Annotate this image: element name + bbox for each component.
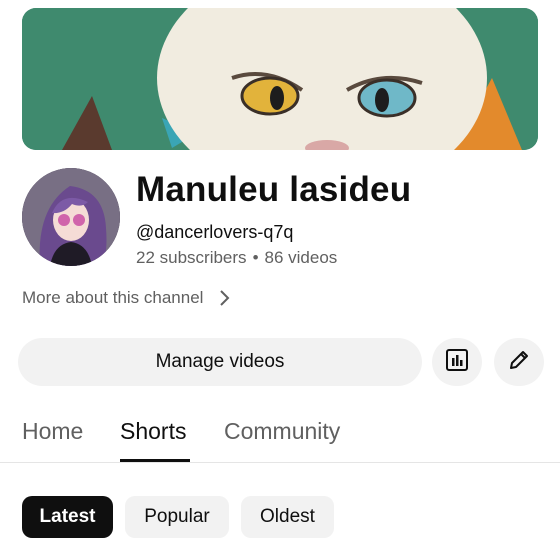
tab-home[interactable]: Home [22, 418, 83, 445]
stats-separator: • [252, 248, 259, 267]
chip-oldest[interactable]: Oldest [241, 496, 334, 538]
avatar-image [22, 168, 120, 266]
chevron-right-icon [217, 288, 233, 308]
manage-videos-button[interactable]: Manage videos [18, 338, 422, 386]
channel-stats: 22 subscribers • 86 videos [136, 248, 337, 268]
channel-banner [22, 8, 538, 150]
channel-avatar[interactable] [22, 168, 120, 266]
channel-handle: @dancerlovers-q7q [136, 222, 294, 242]
channel-name: Manuleu lasideu [136, 170, 412, 209]
channel-page: Manuleu lasideu @dancerlovers-q7q 22 sub… [0, 0, 560, 560]
chip-latest[interactable]: Latest [22, 496, 113, 538]
more-about-label: More about this channel [22, 288, 204, 307]
chip-popular[interactable]: Popular [125, 496, 229, 538]
subscriber-count: 22 subscribers [136, 248, 247, 267]
tab-shorts[interactable]: Shorts [120, 418, 186, 445]
tab-community[interactable]: Community [224, 418, 340, 445]
banner-cat-image [22, 8, 538, 150]
pencil-icon [506, 347, 532, 378]
analytics-icon [444, 347, 470, 378]
active-tab-indicator [120, 459, 190, 462]
more-about-channel-link[interactable]: More about this channel [22, 288, 233, 308]
channel-tabs: Home Shorts Community [0, 414, 560, 463]
edit-channel-button[interactable] [494, 338, 544, 386]
analytics-button[interactable] [432, 338, 482, 386]
video-count: 86 videos [264, 248, 338, 267]
